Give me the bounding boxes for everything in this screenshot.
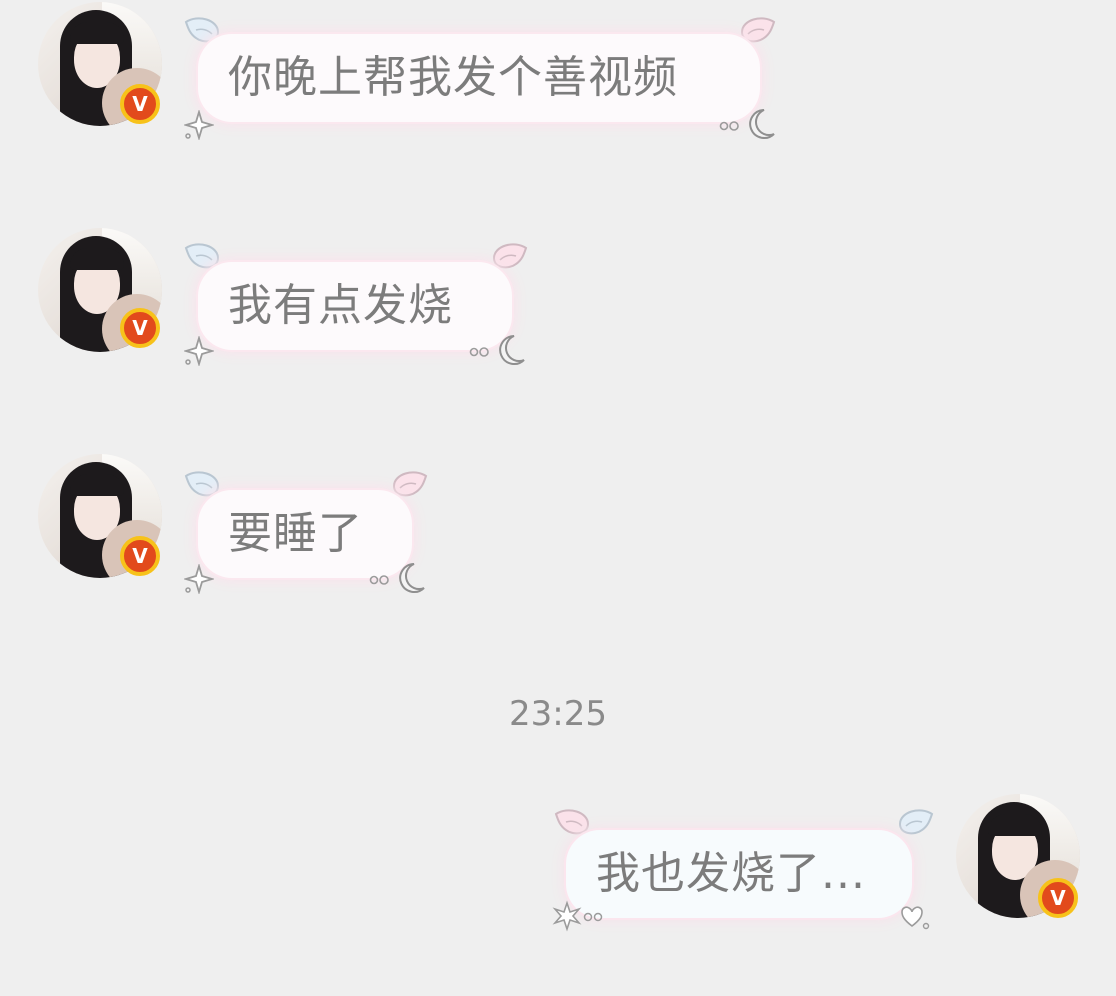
wing-blue-icon (898, 809, 934, 835)
heart-icon (901, 906, 930, 930)
moon-icon (469, 335, 525, 365)
verified-badge-icon: V (1038, 878, 1078, 918)
message-text: 我也发烧了... (596, 848, 866, 899)
verified-badge-icon: V (120, 308, 160, 348)
verified-badge-icon: V (120, 84, 160, 124)
sparkle-icon (184, 110, 214, 140)
message-bubble[interactable]: 我有点发烧 (198, 262, 512, 350)
moon-icon (719, 109, 775, 139)
sparkle-icon (184, 336, 214, 366)
message-bubble[interactable]: 你晚上帮我发个善视频 (198, 34, 760, 122)
message-text: 我有点发烧 (228, 280, 453, 331)
message-text: 你晚上帮我发个善视频 (228, 52, 678, 103)
message-text: 要睡了 (228, 508, 363, 559)
message-bubble[interactable]: 我也发烧了... (566, 830, 912, 918)
message-timestamp: 23:25 (509, 694, 607, 734)
moon-icon (369, 563, 425, 593)
sparkle-icon (184, 564, 214, 594)
verified-badge-icon: V (120, 536, 160, 576)
sparkle-icon (552, 900, 603, 932)
